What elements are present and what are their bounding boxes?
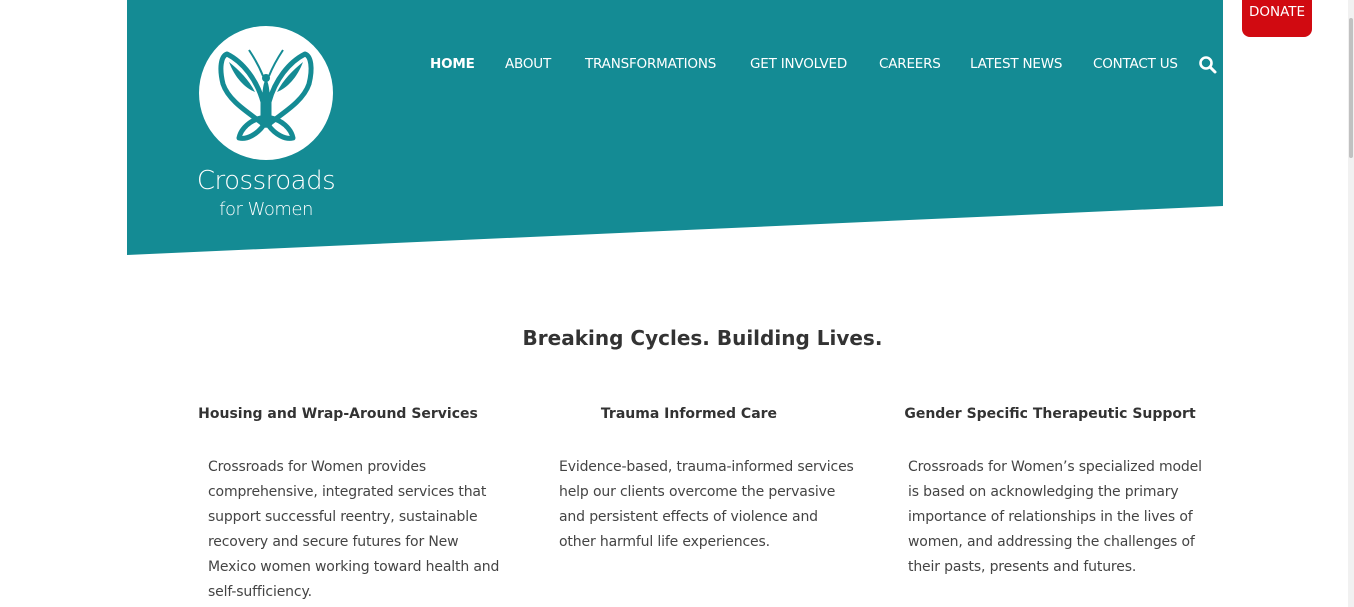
service-title: Housing and Wrap-Around Services [198, 406, 478, 422]
page-tagline: Breaking Cycles. Building Lives. [522, 326, 883, 350]
service-column-trauma: Trauma Informed Care Evidence-based, tra… [539, 406, 854, 555]
search-icon[interactable] [1198, 55, 1218, 75]
logo-text-line1: Crossroads [196, 166, 336, 196]
nav-item-transformations[interactable]: TRANSFORMATIONS [585, 56, 716, 72]
nav-item-home[interactable]: HOME [430, 56, 475, 72]
butterfly-logo-icon [199, 26, 333, 160]
logo-text-line2: for Women [219, 199, 313, 220]
page-scrollbar[interactable] [1348, 0, 1354, 607]
donate-button[interactable]: DONATE [1242, 0, 1312, 37]
service-description: Evidence-based, trauma-informed services… [559, 459, 854, 550]
nav-item-about[interactable]: ABOUT [505, 56, 551, 72]
nav-item-contact-us[interactable]: CONTACT US [1093, 56, 1178, 72]
service-description: Crossroads for Women provides comprehens… [208, 459, 500, 600]
service-title: Trauma Informed Care [600, 406, 778, 422]
scrollbar-thumb[interactable] [1349, 18, 1353, 158]
nav-item-latest-news[interactable]: LATEST NEWS [970, 56, 1062, 72]
service-column-housing: Housing and Wrap-Around Services Crossro… [188, 406, 499, 605]
site-logo[interactable]: Crossroads for Women [195, 24, 337, 220]
nav-item-get-involved[interactable]: GET INVOLVED [750, 56, 847, 72]
nav-item-careers[interactable]: CAREERS [879, 56, 941, 72]
service-column-therapeutic: Gender Specific Therapeutic Support Cros… [900, 406, 1202, 580]
service-description: Crossroads for Women’s specialized model… [908, 459, 1202, 575]
service-title: Gender Specific Therapeutic Support [904, 406, 1196, 422]
